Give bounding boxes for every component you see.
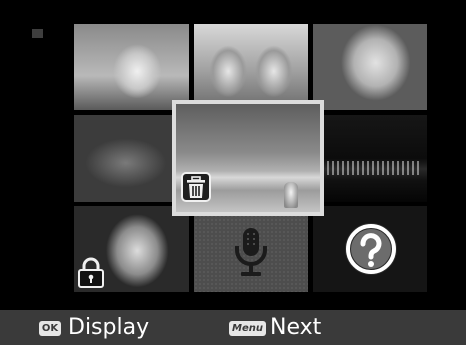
next-action-label: Next <box>270 315 322 340</box>
question-mark-icon <box>345 223 397 275</box>
ok-button-badge[interactable]: OK <box>39 321 61 336</box>
page-indicator <box>32 29 43 38</box>
thumbnail-jumping-girls[interactable] <box>74 24 189 110</box>
thumbnail-toddler[interactable] <box>313 24 427 110</box>
city-lights <box>327 161 421 175</box>
footer-bar: OK Display Menu Next <box>0 310 466 345</box>
couple-figure <box>284 182 298 208</box>
lock-icon <box>78 257 104 288</box>
menu-button-badge[interactable]: Menu <box>229 321 266 336</box>
thumbnail-twin-boys[interactable] <box>194 24 308 110</box>
playback-thumbnail-screen: OK Display Menu Next <box>0 0 466 345</box>
display-action-label: Display <box>68 315 150 340</box>
microphone-icon <box>235 228 267 276</box>
thumbnail-city-night[interactable] <box>313 115 427 202</box>
trash-icon <box>181 172 211 202</box>
